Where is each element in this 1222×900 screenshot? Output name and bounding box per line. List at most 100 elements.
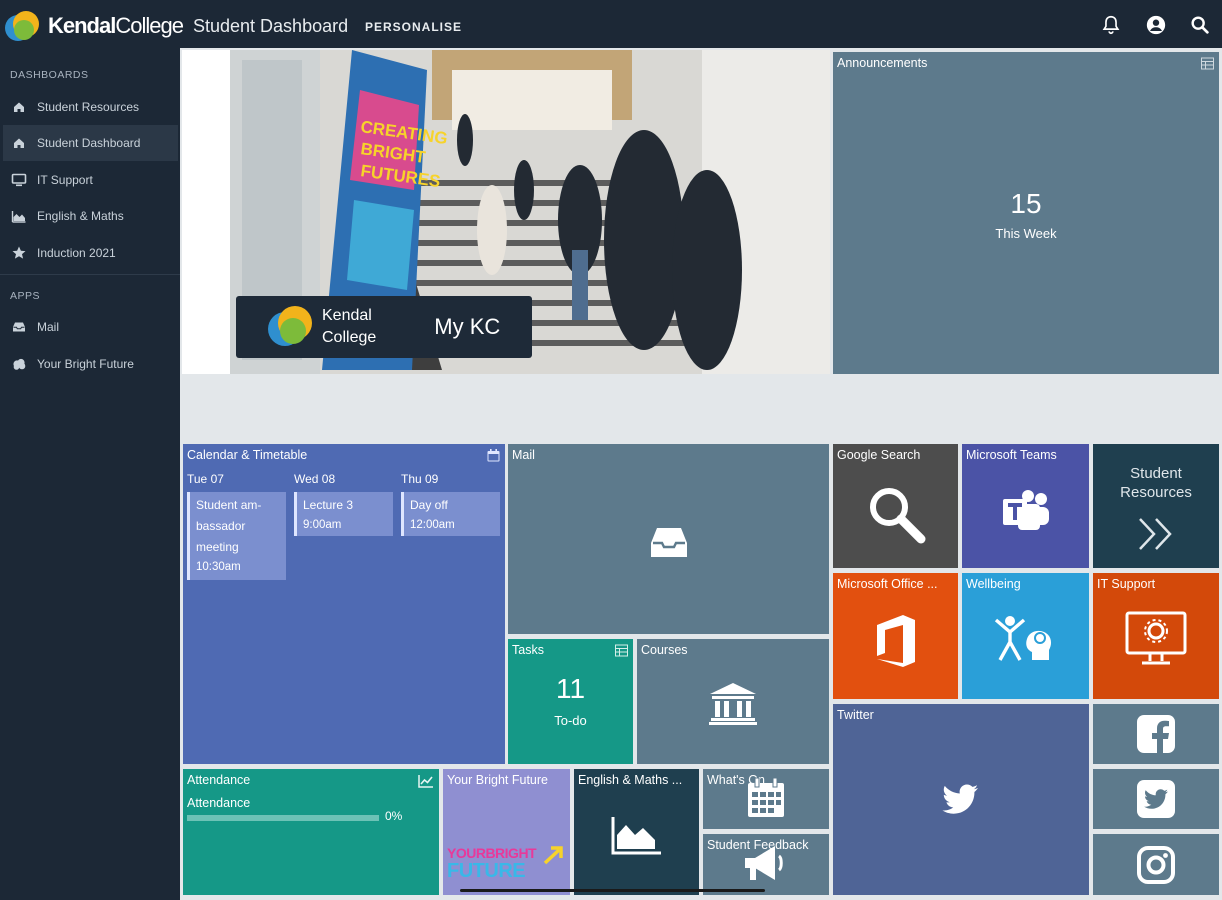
instagram-tile[interactable] xyxy=(1093,834,1219,895)
bell-icon[interactable] xyxy=(1100,14,1122,36)
tile-title: Calendar & Timetable xyxy=(187,448,308,462)
sidebar-item-it-support[interactable]: IT Support xyxy=(3,162,178,198)
tasks-label: To-do xyxy=(554,713,587,728)
double-chevron-right-icon xyxy=(1139,518,1172,550)
announcements-count: 15 xyxy=(1010,188,1042,219)
sidebar: DASHBOARDS Student Resources Student Das… xyxy=(0,48,180,900)
calendar-event[interactable]: Lecture 3 9:00am xyxy=(294,492,393,536)
twitter-bird-icon xyxy=(942,784,978,814)
tile-title: Microsoft Office ... xyxy=(837,577,938,591)
top-bar: KendalCollege Student Dashboard PERSONAL… xyxy=(0,0,1222,48)
logo-text-thin: College xyxy=(115,13,184,38)
tile-title: Google Search xyxy=(837,448,921,462)
dashboards-section-header: DASHBOARDS xyxy=(10,69,89,81)
wellbeing-tile[interactable]: Wellbeing xyxy=(962,573,1089,699)
courses-tile[interactable]: Courses xyxy=(637,639,829,764)
my-kc-badge: Kendal College My KC xyxy=(236,296,532,358)
sidebar-item-label: Student Dashboard xyxy=(37,136,141,150)
institution-icon xyxy=(709,683,757,725)
google-search-tile[interactable]: Google Search xyxy=(833,444,958,568)
twitter-social-tile[interactable] xyxy=(1093,769,1219,829)
student-resources-tile[interactable]: Student Resources xyxy=(1093,444,1219,568)
monitor-settings-icon xyxy=(1125,611,1187,665)
calendar-event[interactable]: Day off 12:00am xyxy=(401,492,500,536)
calendar-icon xyxy=(487,449,500,462)
sidebar-item-student-dashboard[interactable]: Student Dashboard xyxy=(3,125,178,161)
tile-title: Your Bright Future xyxy=(447,773,548,787)
sidebar-item-english-maths[interactable]: English & Maths xyxy=(3,198,178,234)
facebook-icon xyxy=(1137,715,1175,753)
tile-title: Wellbeing xyxy=(966,577,1021,591)
hero-banner[interactable]: CREATING BRIGHT FUTURES Kendal College M… xyxy=(182,50,830,374)
table-icon xyxy=(615,644,628,657)
logo-text-bold: Kendal xyxy=(48,13,116,38)
tile-title-line: Student xyxy=(1130,465,1182,482)
event-name-line: bassador xyxy=(196,519,246,533)
home-icon xyxy=(14,102,24,112)
teams-icon xyxy=(1002,490,1049,530)
college-logo[interactable]: KendalCollege xyxy=(4,8,184,44)
line-chart-icon xyxy=(418,775,433,788)
tile-title: Tasks xyxy=(512,643,544,657)
tile-title: Courses xyxy=(641,643,688,657)
sidebar-item-your-bright-future[interactable]: Your Bright Future xyxy=(3,346,178,382)
badge-college-line-1: Kendal xyxy=(322,307,372,324)
tasks-tile[interactable]: Tasks 11 To-do xyxy=(508,639,633,764)
microsoft-teams-tile[interactable]: Microsoft Teams xyxy=(962,444,1089,568)
sidebar-item-label: Student Resources xyxy=(37,100,140,114)
mail-tile[interactable]: Mail xyxy=(508,444,829,634)
star-icon xyxy=(12,246,26,259)
page-title: Student Dashboard xyxy=(193,16,349,36)
event-time: 9:00am xyxy=(303,519,342,531)
event-time: 12:00am xyxy=(410,519,455,531)
sidebar-divider xyxy=(0,274,180,275)
inbox-icon xyxy=(650,528,687,557)
facebook-tile[interactable] xyxy=(1093,704,1219,764)
your-bright-future-tile[interactable]: Your Bright Future YOURBRIGHT FUTURE xyxy=(443,769,570,895)
announcements-label: This Week xyxy=(995,226,1057,241)
day-header: Thu 09 xyxy=(401,472,439,486)
day-header: Wed 08 xyxy=(294,472,336,486)
attendance-tile[interactable]: Attendance Attendance 0% xyxy=(183,769,439,895)
table-icon xyxy=(1201,57,1214,70)
event-time: 10:30am xyxy=(196,561,241,573)
wellbeing-icon xyxy=(994,616,1051,661)
attendance-percent: 0% xyxy=(385,809,403,823)
scroll-indicator[interactable] xyxy=(460,889,765,892)
sidebar-item-student-resources[interactable]: Student Resources xyxy=(3,89,178,125)
sidebar-item-induction-2021[interactable]: Induction 2021 xyxy=(3,235,178,271)
attendance-progress-track xyxy=(187,815,379,821)
whats-on-tile[interactable]: What's On xyxy=(703,769,829,829)
monitor-icon xyxy=(11,173,27,187)
sidebar-item-label: Mail xyxy=(37,320,60,334)
office-icon xyxy=(876,615,915,667)
cloud-icon xyxy=(13,358,26,370)
tasks-count: 11 xyxy=(555,673,586,704)
student-feedback-tile[interactable]: Student Feedback xyxy=(703,834,829,895)
bright-future-logo-line-2: FUTURE xyxy=(447,860,526,882)
badge-title: My KC xyxy=(434,314,501,339)
tile-title: Mail xyxy=(512,448,535,462)
event-name-line: Day off xyxy=(410,498,448,512)
tile-title-line: Resources xyxy=(1120,484,1192,501)
microsoft-office-tile[interactable]: Microsoft Office ... xyxy=(833,573,958,699)
english-maths-tile[interactable]: English & Maths ... xyxy=(574,769,699,895)
announcements-tile[interactable]: Announcements 15 This Week xyxy=(833,52,1219,374)
sidebar-item-mail[interactable]: Mail xyxy=(3,309,178,345)
calendar-timetable-tile[interactable]: Calendar & Timetable Tue 07 Wed 08 Thu 0… xyxy=(183,444,505,764)
personalise-button[interactable]: PERSONALISE xyxy=(365,20,462,34)
instagram-icon xyxy=(1137,845,1175,884)
day-header: Tue 07 xyxy=(187,472,224,486)
college-logo-mark-icon xyxy=(5,11,39,41)
badge-college-line-2: College xyxy=(322,329,377,346)
it-support-tile[interactable]: IT Support xyxy=(1093,573,1219,699)
twitter-tile[interactable]: Twitter xyxy=(833,704,1089,895)
arrow-up-right-icon xyxy=(543,846,563,865)
user-icon[interactable] xyxy=(1145,14,1167,36)
college-logo-mark-icon xyxy=(268,306,312,346)
search-icon[interactable] xyxy=(1189,14,1211,36)
tile-title: Microsoft Teams xyxy=(966,448,1057,462)
apps-section-header: APPS xyxy=(10,290,41,302)
calendar-grid-icon xyxy=(748,777,784,817)
calendar-event[interactable]: Student am- bassador meeting 10:30am xyxy=(187,492,286,580)
